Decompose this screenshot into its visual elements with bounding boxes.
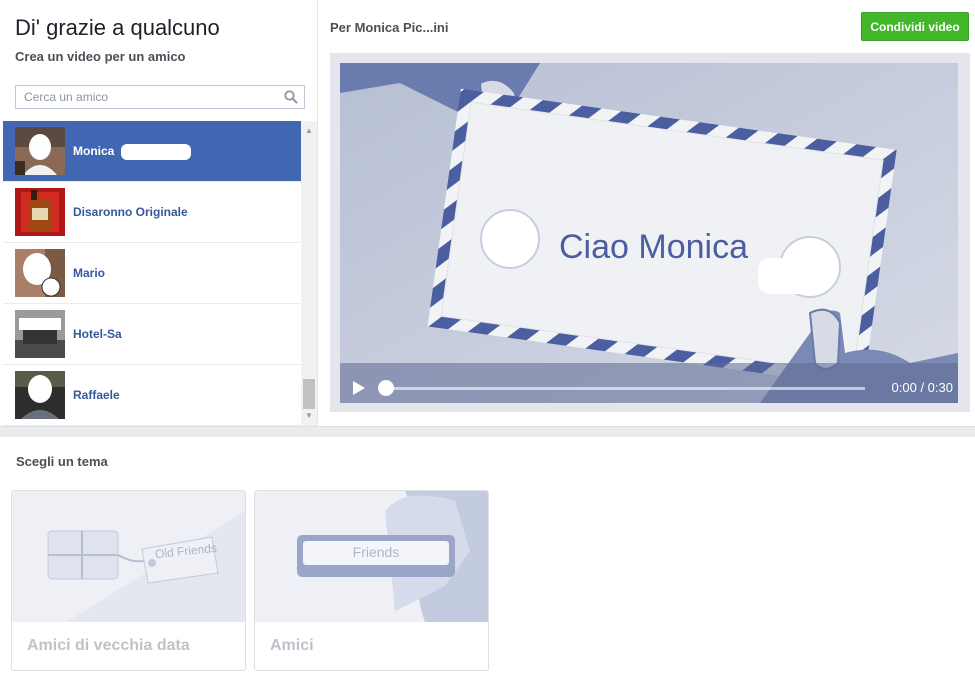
theme-panel: Scegli un tema Old Friends Amici di vecc… [0,437,975,677]
friend-item-monica[interactable]: Monica [3,121,301,182]
theme-heading: Scegli un tema [16,454,108,469]
page-title: Di' grazie a qualcuno [15,15,220,40]
theme-tag-text: Friends [352,544,400,560]
theme-thumbnail: Friends [255,491,488,622]
create-video-panel: Di' grazie a qualcuno Crea un video per … [0,0,975,427]
page-subtitle: Crea un video per un amico [15,49,186,64]
avatar [15,188,65,236]
search-input[interactable] [16,86,276,108]
avatar [15,371,65,419]
friend-item-mario[interactable]: Mario [3,243,301,304]
friend-item-hotel[interactable]: Hotel-Sa [3,304,301,365]
search-box [15,85,305,109]
video-time: 0:00 / 0:30 [891,380,953,395]
friend-picker: Di' grazie a qualcuno Crea un video per … [0,0,318,427]
share-video-button[interactable]: Condividi video [861,12,969,41]
avatar [15,127,65,175]
scroll-down-icon[interactable]: ▼ [304,411,314,421]
app-root: Di' grazie a qualcuno Crea un video per … [0,0,975,677]
play-icon[interactable] [348,378,368,398]
theme-card-old-friends[interactable]: Old Friends Amici di vecchia data [11,490,246,671]
theme-card-friends[interactable]: Friends Amici [254,490,489,671]
friend-name: Monica [73,144,115,158]
friend-name: Mario [73,266,106,280]
video-preview-area: Per Monica Pic...ini Condividi video Cia… [318,0,975,427]
scroll-thumb[interactable] [303,379,315,409]
video-greeting-text: Ciao Monica [559,228,748,266]
video-frame: Ciao Monica 0:00 / 0:30 [330,53,970,412]
redaction [121,144,191,160]
progress-handle[interactable] [378,380,394,396]
avatar [15,249,65,297]
theme-label: Amici di vecchia data [27,637,190,654]
avatar [15,310,65,358]
redaction [125,318,265,346]
friend-item-raffaele[interactable]: Raffaele [3,365,301,426]
friend-item-disaronno[interactable]: Disaronno Originale [3,182,301,243]
video-controls: 0:00 / 0:30 [340,373,958,403]
theme-label: Amici [270,637,314,654]
video-player[interactable]: Ciao Monica 0:00 / 0:30 [340,63,958,403]
theme-thumbnail: Old Friends [12,491,245,631]
progress-bar[interactable] [380,387,865,390]
friend-list-scrollbar[interactable]: ▲ ▼ [301,121,317,426]
scroll-up-icon[interactable]: ▲ [304,126,314,136]
friend-name: Disaronno Originale [73,205,188,219]
friend-list: Monica Disaronno Originale Mario Hotel-S… [3,121,301,426]
friend-name: Raffaele [73,388,120,402]
search-icon[interactable] [284,90,298,104]
friend-name: Hotel-Sa [73,327,122,341]
preview-title: Per Monica Pic...ini [330,20,449,35]
